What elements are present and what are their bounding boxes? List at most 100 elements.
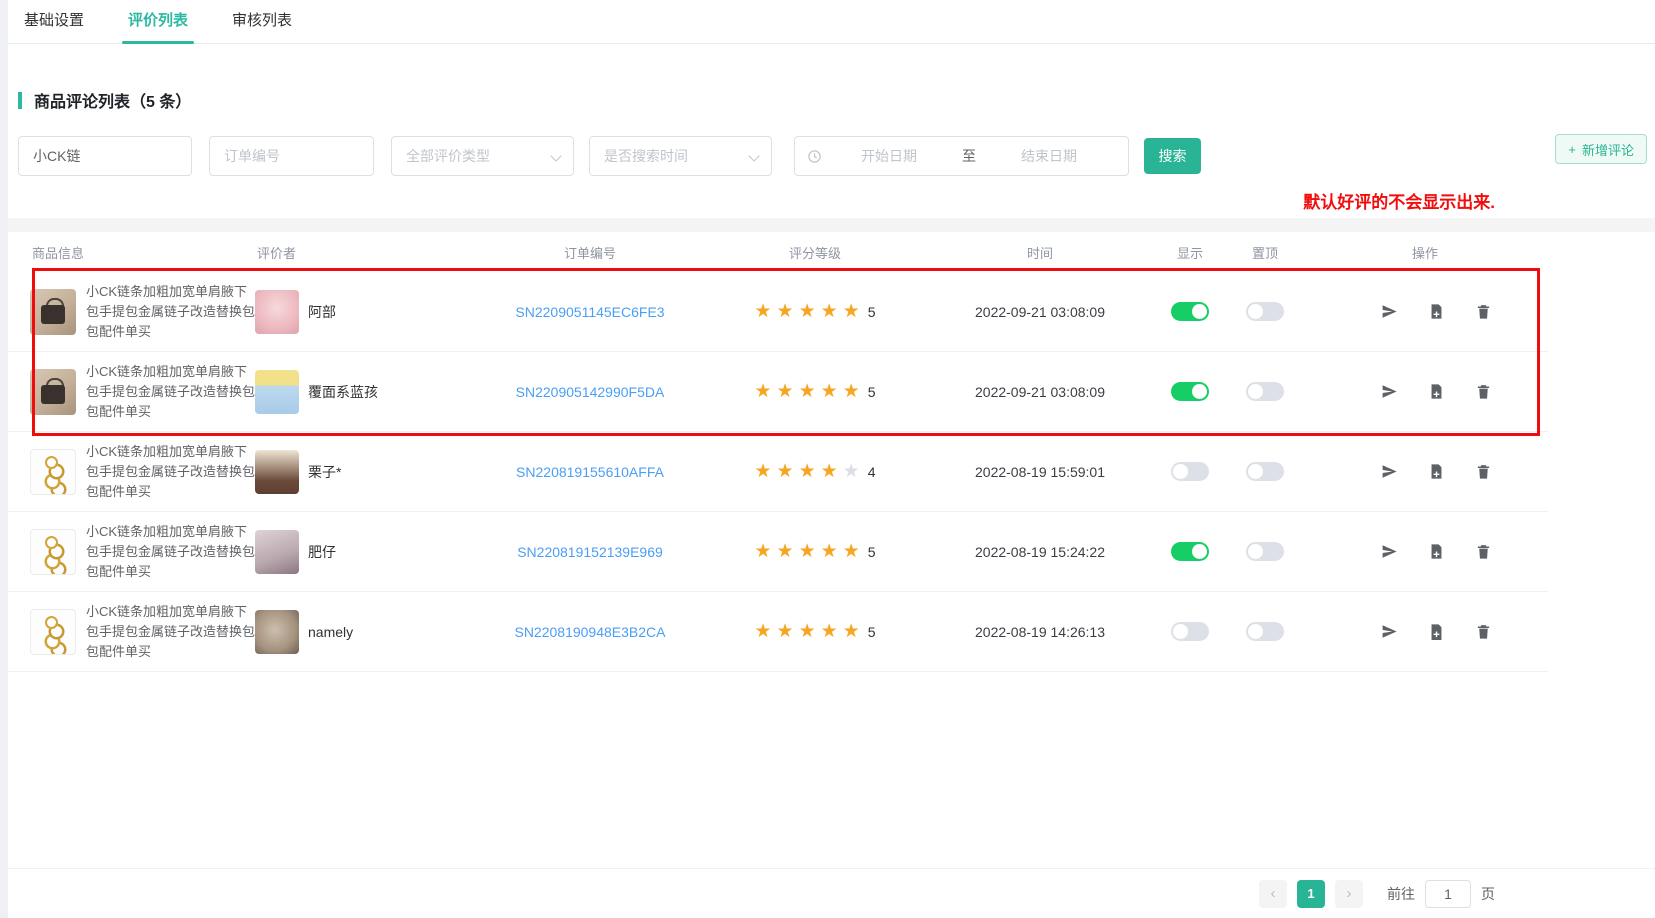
paper-plane-icon	[1381, 623, 1398, 640]
goto-page-input[interactable]	[1425, 880, 1471, 908]
review-time: 2022-08-19 15:59:01	[975, 464, 1105, 480]
top-toggle[interactable]	[1246, 622, 1284, 641]
section-divider	[8, 218, 1655, 232]
add-note-button[interactable]	[1428, 543, 1446, 561]
delete-button[interactable]	[1475, 543, 1493, 561]
prev-page-button[interactable]: ‹	[1259, 880, 1287, 908]
chevron-down-icon	[748, 150, 759, 161]
product-image	[30, 289, 76, 335]
reviewer-name: 覆面系蓝孩	[308, 382, 378, 402]
send-reply-button[interactable]	[1381, 543, 1399, 561]
star-filled-icon: ★	[777, 622, 794, 641]
display-toggle[interactable]	[1171, 382, 1209, 401]
order-number-link[interactable]: SN220819155610AFFA	[516, 464, 664, 480]
rating-value: 5	[868, 624, 876, 640]
paper-plane-icon	[1381, 383, 1398, 400]
star-filled-icon: ★	[799, 622, 816, 641]
tab-basic-settings[interactable]: 基础设置	[18, 0, 90, 43]
review-type-select[interactable]: 全部评价类型	[391, 136, 574, 176]
header-order: 订单编号	[470, 243, 710, 262]
reviewer-name: 阿部	[308, 302, 336, 322]
add-review-button[interactable]: + 新增评论	[1555, 134, 1647, 164]
star-filled-icon: ★	[821, 382, 838, 401]
product-image	[30, 449, 76, 495]
tab-audit-list[interactable]: 审核列表	[226, 0, 298, 43]
add-note-button[interactable]	[1428, 383, 1446, 401]
send-reply-button[interactable]	[1381, 463, 1399, 481]
order-number-input[interactable]	[209, 136, 374, 176]
rating-value: 5	[868, 304, 876, 320]
rating-value: 4	[868, 464, 876, 480]
table-header: 商品信息 评价者 订单编号 评分等级 时间 显示 置顶 操作	[8, 232, 1548, 272]
display-toggle[interactable]	[1171, 622, 1209, 641]
star-filled-icon: ★	[754, 542, 771, 561]
display-toggle[interactable]	[1171, 462, 1209, 481]
display-toggle[interactable]	[1171, 542, 1209, 561]
star-filled-icon: ★	[843, 622, 860, 641]
product-title: 小CK链条加粗加宽单肩腋下包手提包金属链子改造替换包包配件单买	[86, 442, 255, 502]
search-button[interactable]: 搜索	[1144, 138, 1201, 174]
product-title: 小CK链条加粗加宽单肩腋下包手提包金属链子改造替换包包配件单买	[86, 362, 255, 422]
panel-title: 商品评论列表（5 条）	[8, 88, 1655, 112]
add-note-button[interactable]	[1428, 623, 1446, 641]
send-reply-button[interactable]	[1381, 383, 1399, 401]
review-time: 2022-09-21 03:08:09	[975, 304, 1105, 320]
tab-review-list[interactable]: 评价列表	[122, 0, 194, 43]
star-filled-icon: ★	[777, 302, 794, 321]
rating-value: 5	[868, 384, 876, 400]
next-page-button[interactable]: ›	[1335, 880, 1363, 908]
time-search-select[interactable]: 是否搜索时间	[589, 136, 772, 176]
display-toggle[interactable]	[1171, 302, 1209, 321]
star-filled-icon: ★	[754, 382, 771, 401]
clock-icon	[807, 149, 822, 164]
product-search-input[interactable]	[18, 136, 192, 176]
top-toggle[interactable]	[1246, 382, 1284, 401]
page: 基础设置 评价列表 审核列表 商品评论列表（5 条） + 新增评论 全部评价类型…	[8, 0, 1655, 918]
delete-button[interactable]	[1475, 383, 1493, 401]
table-row: 小CK链条加粗加宽单肩腋下包手提包金属链子改造替换包包配件单买 栗子* SN22…	[8, 432, 1548, 512]
review-type-value: 全部评价类型	[406, 146, 490, 166]
date-range-picker[interactable]: 开始日期 至 结束日期	[794, 136, 1129, 176]
delete-button[interactable]	[1475, 623, 1493, 641]
star-filled-icon: ★	[821, 622, 838, 641]
date-range-separator: 至	[956, 146, 982, 166]
product-image	[30, 609, 76, 655]
add-note-button[interactable]	[1428, 303, 1446, 321]
header-rating: 评分等级	[710, 243, 920, 262]
star-empty-icon: ★	[843, 462, 860, 481]
end-date-placeholder[interactable]: 结束日期	[982, 146, 1116, 166]
order-number-link[interactable]: SN2209051145EC6FE3	[515, 304, 664, 320]
header-display: 显示	[1160, 243, 1220, 262]
delete-button[interactable]	[1475, 463, 1493, 481]
add-note-button[interactable]	[1428, 463, 1446, 481]
order-number-link[interactable]: SN220905142990F5DA	[516, 384, 665, 400]
page-number-button[interactable]: 1	[1297, 880, 1325, 908]
send-reply-button[interactable]	[1381, 303, 1399, 321]
star-filled-icon: ★	[754, 622, 771, 641]
header-top: 置顶	[1220, 243, 1310, 262]
delete-button[interactable]	[1475, 303, 1493, 321]
reviewer-avatar	[255, 530, 299, 574]
plus-icon: +	[1568, 142, 1576, 157]
title-accent-bar	[18, 92, 22, 109]
star-rating: ★★★★★	[754, 542, 859, 561]
start-date-placeholder[interactable]: 开始日期	[822, 146, 956, 166]
trash-icon	[1475, 543, 1492, 560]
star-rating: ★★★★★	[754, 462, 859, 481]
top-toggle[interactable]	[1246, 542, 1284, 561]
star-rating: ★ ★ ★ ★ ★	[754, 622, 859, 641]
order-number-link[interactable]: SN2208190948E3B2CA	[514, 624, 665, 640]
star-filled-icon: ★	[821, 302, 838, 321]
star-filled-icon: ★	[799, 462, 816, 481]
send-reply-button[interactable]	[1381, 623, 1399, 641]
review-time: 2022-08-19 15:24:22	[975, 544, 1105, 560]
file-plus-icon	[1428, 463, 1445, 480]
reviewer-avatar	[255, 290, 299, 334]
trash-icon	[1475, 303, 1492, 320]
trash-icon	[1475, 383, 1492, 400]
top-toggle[interactable]	[1246, 462, 1284, 481]
top-toggle[interactable]	[1246, 302, 1284, 321]
trash-icon	[1475, 623, 1492, 640]
order-number-link[interactable]: SN220819152139E969	[517, 544, 663, 560]
star-filled-icon: ★	[799, 382, 816, 401]
